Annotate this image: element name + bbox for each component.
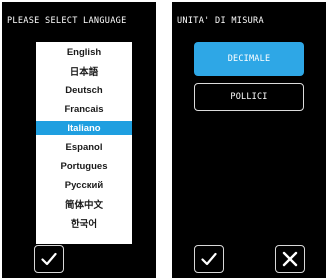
language-item-german[interactable]: Deutsch — [36, 83, 132, 97]
unit-header: UNITA' DI MISURA — [177, 16, 264, 26]
inches-unit-label: POLLICI — [230, 92, 268, 102]
cancel-unit-button[interactable] — [275, 245, 305, 273]
language-item-japanese[interactable]: 日本語 — [36, 64, 132, 78]
check-icon — [201, 252, 217, 266]
language-item-italian[interactable]: Italiano — [36, 121, 132, 135]
language-header: PLEASE SELECT LANGUAGE — [7, 16, 127, 26]
language-item-portuguese[interactable]: Portugues — [36, 159, 132, 173]
language-item-spanish[interactable]: Espanol — [36, 140, 132, 154]
language-item-russian[interactable]: Русский — [36, 178, 132, 192]
inches-unit-button[interactable]: POLLICI — [194, 83, 304, 111]
language-list: English 日本語 Deutsch Francais Italiano Es… — [36, 42, 132, 244]
language-panel: PLEASE SELECT LANGUAGE English 日本語 Deuts… — [2, 2, 156, 278]
decimal-unit-label: DECIMALE — [227, 54, 271, 64]
language-item-english[interactable]: English — [36, 45, 132, 59]
language-item-korean[interactable]: 한국어 — [36, 216, 132, 230]
language-item-french[interactable]: Francais — [36, 102, 132, 116]
check-icon — [41, 252, 57, 266]
unit-panel: UNITA' DI MISURA DECIMALE POLLICI — [172, 2, 326, 278]
confirm-unit-button[interactable] — [194, 245, 224, 273]
close-icon — [282, 251, 298, 267]
decimal-unit-button[interactable]: DECIMALE — [194, 42, 304, 76]
confirm-language-button[interactable] — [34, 245, 64, 273]
language-item-chinese[interactable]: 简体中文 — [36, 197, 132, 211]
